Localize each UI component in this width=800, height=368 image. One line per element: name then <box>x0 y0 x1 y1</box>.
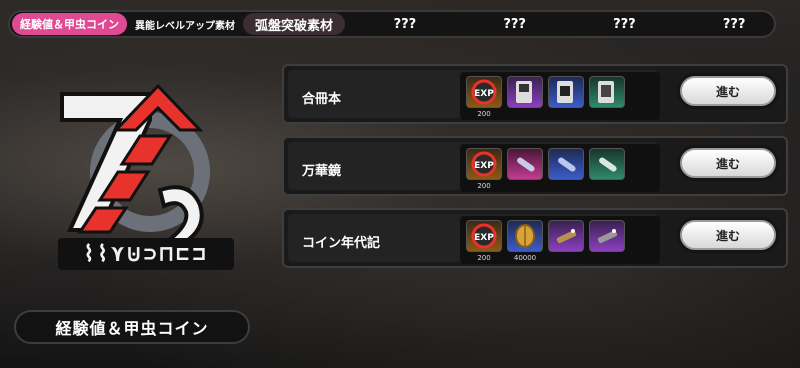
reward-item[interactable] <box>548 76 584 120</box>
row-name: コイン年代記 <box>302 236 381 251</box>
reward-item[interactable]: EXP 200 <box>466 76 502 120</box>
tab-locked-1[interactable]: ??? <box>365 13 445 35</box>
reward-items: EXP 200 <box>460 144 660 192</box>
reward-item[interactable]: EXP 200 <box>466 148 502 192</box>
reward-item[interactable] <box>548 148 584 192</box>
svg-text:EXP: EXP <box>474 233 494 243</box>
exp-badge-icon: EXP <box>466 220 502 252</box>
svg-text:EXP: EXP <box>474 161 494 171</box>
item-quantity: 200 <box>477 182 491 190</box>
proceed-button[interactable]: 進む <box>680 148 776 178</box>
beetle-coin-icon <box>507 220 543 252</box>
telescope-icon <box>589 220 625 252</box>
book-icon <box>589 76 625 108</box>
svg-text:⌇⌇⋎⊍⊃⊓⊏⊐: ⌇⌇⋎⊍⊃⊓⊏⊐ <box>84 242 209 267</box>
tab-exp-beetle-coin[interactable]: 経験値＆甲虫コイン <box>12 13 127 35</box>
item-quantity: 40000 <box>513 254 537 262</box>
tab-locked-3[interactable]: ??? <box>585 13 665 35</box>
reward-item[interactable] <box>548 220 584 264</box>
material-row-coin-chronicle: コイン年代記 EXP 200 40000 進む <box>282 208 788 268</box>
kaleidoscope-icon <box>548 148 584 180</box>
tab-arc-breakthrough-material[interactable]: 弧盤突破素材 <box>243 13 346 35</box>
category-tab-bar: 経験値＆甲虫コイン 異能レベルアップ素材 弧盤突破素材 ??? ??? ??? … <box>8 10 776 38</box>
material-row-book: 合冊本 EXP 200 進む <box>282 64 788 124</box>
exp-badge-icon: EXP <box>466 76 502 108</box>
row-name: 合冊本 <box>302 92 342 107</box>
reward-item[interactable]: 40000 <box>507 220 543 264</box>
row-name: 万華鏡 <box>302 164 342 179</box>
proceed-button[interactable]: 進む <box>680 76 776 106</box>
book-icon <box>507 76 543 108</box>
reward-item[interactable] <box>507 148 543 192</box>
reward-item[interactable] <box>589 76 625 120</box>
reward-item[interactable] <box>589 220 625 264</box>
item-quantity: 200 <box>477 110 491 118</box>
proceed-button[interactable]: 進む <box>680 220 776 250</box>
reward-item[interactable] <box>507 76 543 120</box>
item-quantity: 200 <box>477 254 491 262</box>
game-logo: ⌇⌇⋎⊍⊃⊓⊏⊐ <box>40 80 250 280</box>
material-row-kaleidoscope: 万華鏡 EXP 200 進む <box>282 136 788 196</box>
reward-item[interactable]: EXP 200 <box>466 220 502 264</box>
row-panel: 万華鏡 EXP 200 <box>288 142 660 192</box>
row-panel: 合冊本 EXP 200 <box>288 70 660 120</box>
reward-items: EXP 200 40000 <box>460 216 660 264</box>
row-panel: コイン年代記 EXP 200 40000 <box>288 214 660 264</box>
svg-text:EXP: EXP <box>474 89 494 99</box>
tab-locked-4[interactable]: ??? <box>694 13 774 35</box>
tab-locked-2[interactable]: ??? <box>475 13 555 35</box>
kaleidoscope-icon <box>589 148 625 180</box>
section-title: 経験値＆甲虫コイン <box>14 310 250 344</box>
kaleidoscope-icon <box>507 148 543 180</box>
tab-ability-levelup-material[interactable]: 異能レベルアップ素材 <box>127 13 243 35</box>
reward-item[interactable] <box>589 148 625 192</box>
telescope-icon <box>548 220 584 252</box>
exp-badge-icon: EXP <box>466 148 502 180</box>
book-icon <box>548 76 584 108</box>
reward-items: EXP 200 <box>460 72 660 120</box>
